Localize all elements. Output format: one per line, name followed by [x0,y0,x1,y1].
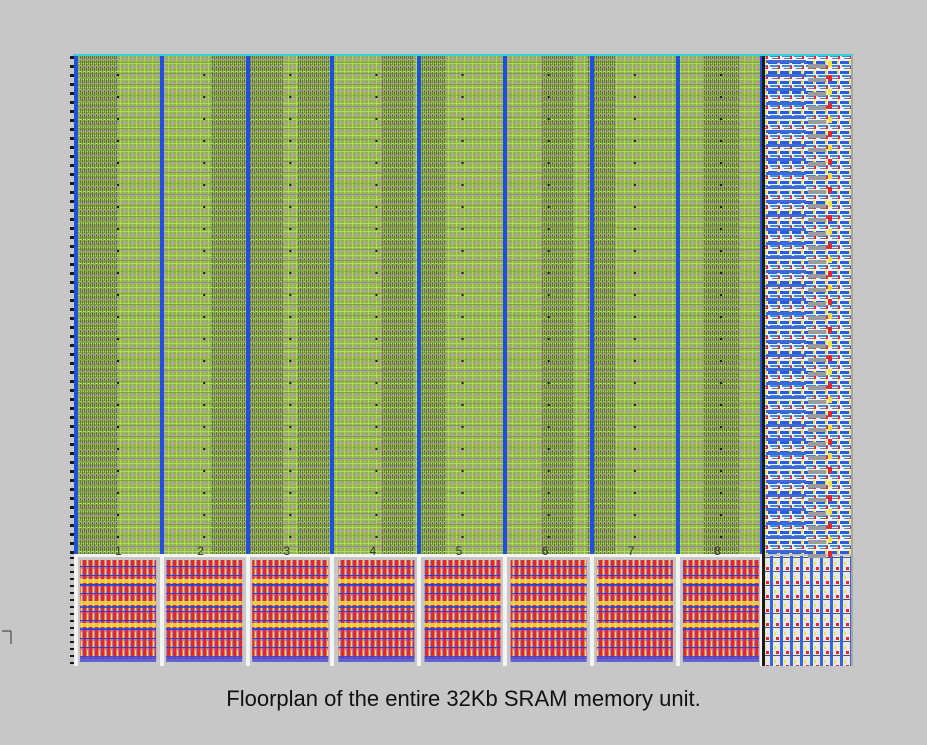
bank-label-2: 2 [197,544,204,558]
bank-label-1: 1 [115,544,122,558]
bank-label-5: 5 [456,544,463,558]
bank-label-8: 8 [714,544,721,558]
bank-label-4: 4 [369,544,376,558]
row-decoder [762,56,853,666]
bitcell-array [70,56,764,554]
figure-caption: Floorplan of the entire 32Kb SRAM memory… [226,686,701,711]
bank-label-3: 3 [283,544,290,558]
floorplan-layout: 1 2 3 4 5 6 7 8 [70,54,853,666]
corner-marker-icon [2,630,12,644]
column-periphery [70,554,764,666]
bank-label-7: 7 [628,544,635,558]
top-power-rail [73,54,853,56]
bank-label-6: 6 [542,544,549,558]
